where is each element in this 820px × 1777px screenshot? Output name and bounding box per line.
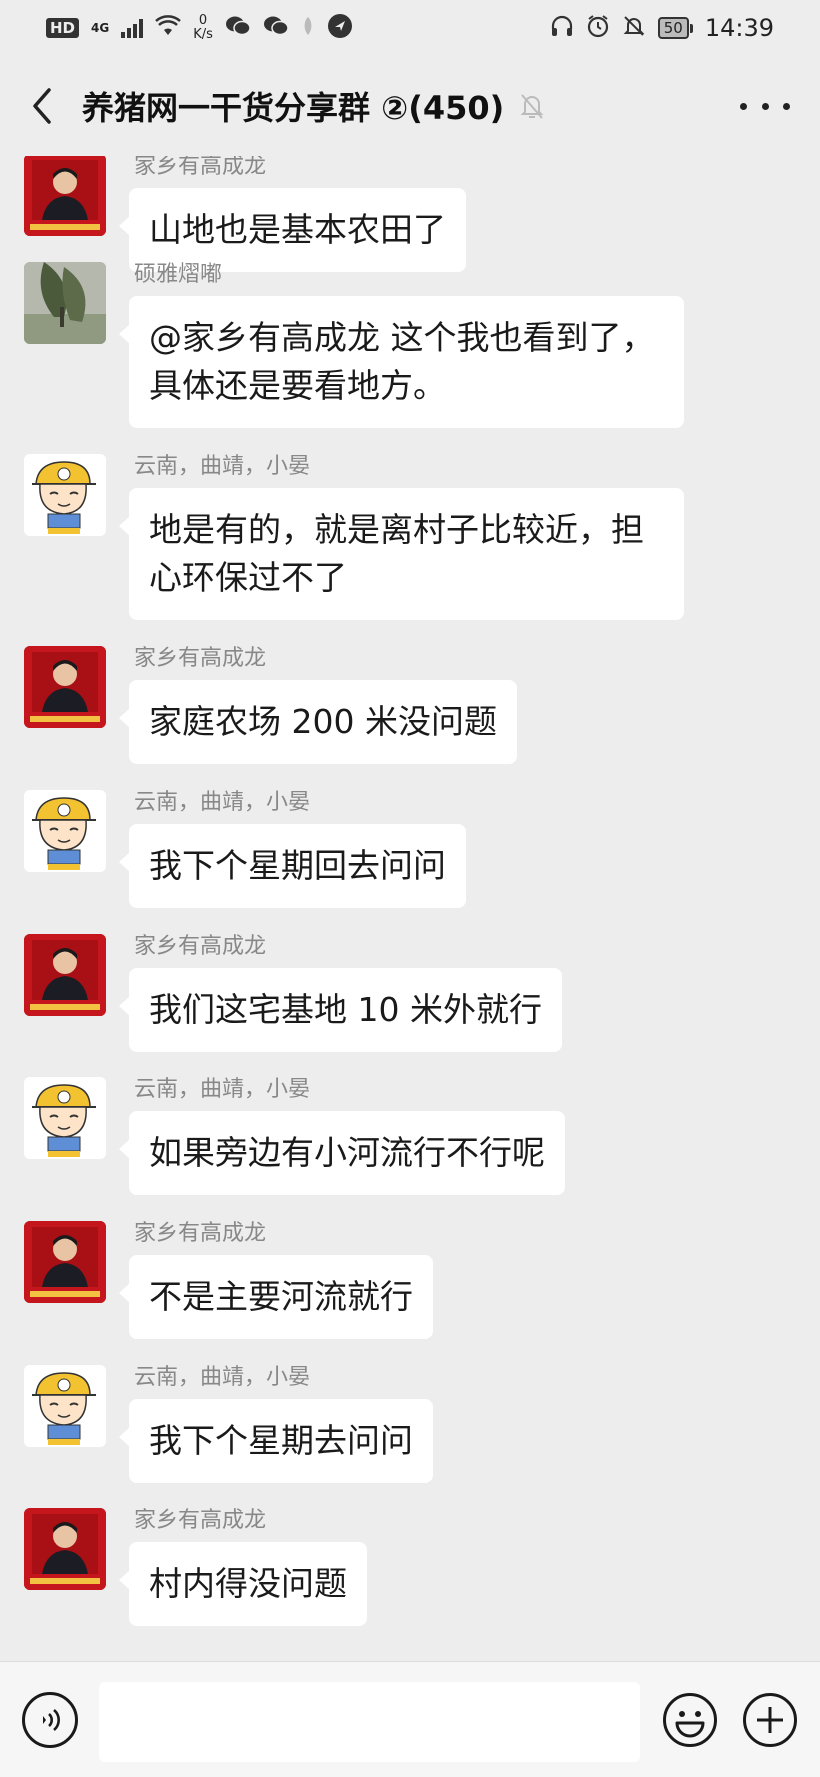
- status-bar: HD 4G 0 K/s 50 14:39: [0, 0, 820, 56]
- avatar[interactable]: [24, 1221, 106, 1303]
- bell-off-icon: [622, 14, 646, 42]
- sender-name: 家乡有高成龙: [134, 646, 267, 671]
- sender-name: 云南，曲靖，小晏: [134, 790, 311, 815]
- message-input[interactable]: [99, 1682, 640, 1762]
- avatar[interactable]: [24, 156, 106, 236]
- sender-name: 硕雅熠嘟: [134, 262, 223, 287]
- avatar[interactable]: [24, 646, 106, 728]
- avatar[interactable]: [24, 1077, 106, 1159]
- voice-icon: [43, 1709, 60, 1731]
- voice-button[interactable]: [22, 1692, 78, 1748]
- net-speed-value: 0: [198, 13, 208, 28]
- cartoon-boy-icon: [24, 454, 106, 536]
- message-bubble[interactable]: 不是主要河流就行: [119, 1255, 433, 1339]
- signal-icon: [121, 18, 144, 38]
- sender-name: 云南，曲靖，小晏: [134, 454, 311, 479]
- sender-name: 云南，曲靖，小晏: [134, 1365, 311, 1390]
- mute-bell-icon: [520, 94, 544, 119]
- emoji-button[interactable]: [662, 1692, 718, 1748]
- message-bubble[interactable]: 村内得没问题: [119, 1542, 367, 1626]
- man-portrait-icon: [24, 1221, 106, 1303]
- cartoon-boy-icon: [24, 1077, 106, 1159]
- avatar[interactable]: [24, 454, 106, 536]
- more-dots-icon: [740, 102, 747, 110]
- battery-level: 50: [657, 17, 689, 39]
- wifi-icon: [155, 15, 182, 41]
- alarm-icon: [586, 14, 610, 42]
- message-bubble[interactable]: 地是有的，就是离村子比较近，担心环保过不了: [119, 488, 684, 620]
- plus-icon: [743, 1693, 797, 1747]
- status-left: HD 4G 0 K/s: [46, 13, 353, 43]
- status-right: 50 14:39: [550, 14, 774, 42]
- plus-button[interactable]: [742, 1692, 798, 1748]
- message-list[interactable]: 家乡有高成龙 山地也是基本农田了 硕雅熠嘟 @家乡有高成龙 这个我也看到了，具体…: [0, 156, 820, 1661]
- back-button[interactable]: [0, 56, 82, 156]
- chat-header: 养猪网一干货分享群 ②(450): [0, 56, 820, 156]
- net-speed-unit: K/s: [193, 27, 213, 42]
- chat-title[interactable]: 养猪网一干货分享群 ②(450): [82, 83, 504, 129]
- sender-name: 家乡有高成龙: [134, 156, 267, 179]
- sender-name: 家乡有高成龙: [134, 934, 267, 959]
- leaf-icon: [301, 15, 315, 41]
- sender-name: 家乡有高成龙: [134, 1508, 267, 1533]
- location-icon: [327, 13, 353, 43]
- emoji-icon: [663, 1693, 717, 1747]
- tree-photo-icon: [24, 262, 106, 344]
- back-arrow-icon: [33, 88, 51, 124]
- message-bubble[interactable]: 如果旁边有小河流行不行呢: [119, 1111, 565, 1195]
- clock: 14:39: [704, 14, 774, 42]
- avatar[interactable]: [24, 1365, 106, 1447]
- message-bubble[interactable]: 家庭农场 200 米没问题: [119, 680, 517, 764]
- message-bubble[interactable]: @家乡有高成龙 这个我也看到了，具体还是要看地方。: [119, 296, 684, 428]
- man-portrait-icon: [24, 646, 106, 728]
- wechat-icon-2: [263, 15, 289, 41]
- avatar[interactable]: [24, 1508, 106, 1590]
- battery-icon: 50: [657, 17, 693, 39]
- man-portrait-icon: [24, 1508, 106, 1590]
- message-bubble[interactable]: 我下个星期去问问: [119, 1399, 433, 1483]
- avatar[interactable]: [24, 262, 106, 344]
- message-bubble[interactable]: 我下个星期回去问问: [119, 824, 466, 908]
- sender-name: 云南，曲靖，小晏: [134, 1077, 311, 1102]
- message-bubble[interactable]: 我们这宅基地 10 米外就行: [119, 968, 562, 1052]
- wechat-icon: [225, 15, 251, 41]
- avatar[interactable]: [24, 790, 106, 872]
- cartoon-boy-icon: [24, 790, 106, 872]
- message-bubble[interactable]: 山地也是基本农田了: [119, 188, 466, 272]
- avatar[interactable]: [24, 934, 106, 1016]
- input-bar: [0, 1661, 820, 1777]
- man-portrait-icon: [24, 156, 106, 236]
- sender-name: 家乡有高成龙: [134, 1221, 267, 1246]
- cartoon-boy-icon: [24, 1365, 106, 1447]
- more-button[interactable]: [740, 86, 790, 126]
- hd-badge: HD: [46, 18, 80, 38]
- net-speed: 0 K/s: [193, 14, 213, 42]
- headphone-icon: [550, 14, 574, 42]
- man-portrait-icon: [24, 934, 106, 1016]
- network-type: 4G: [91, 21, 110, 35]
